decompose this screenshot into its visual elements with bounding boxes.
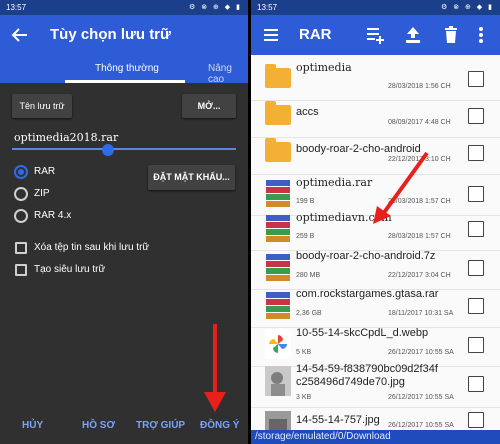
create-sfx-checkbox[interactable] (15, 264, 27, 276)
add-to-archive-icon[interactable] (365, 25, 385, 45)
rar-archive-icon (266, 215, 290, 242)
cancel-button[interactable]: HỦY (22, 420, 43, 431)
rar-archive-icon (266, 180, 290, 207)
file-date: 08/09/2017 4:48 CH (388, 119, 451, 126)
file-checkbox[interactable] (468, 412, 484, 428)
file-size: 280 MB (296, 272, 321, 279)
delete-icon[interactable] (441, 25, 461, 45)
file-checkbox[interactable] (468, 260, 484, 276)
file-size: 2,36 GB (296, 310, 322, 317)
archive-options-dialog: 13:57 ⚙ ⊗ ⊕ ◆ ▮ Tùy chọn lưu trữ Thông t… (0, 0, 248, 444)
file-date: 26/12/2017 10:55 SA (388, 422, 454, 429)
file-date: 18/11/2017 10:31 SA (388, 310, 454, 317)
file-size: 259 B (296, 233, 315, 240)
set-password-button[interactable]: ĐẶT MẬT KHẨU... (148, 165, 235, 190)
file-checkbox[interactable] (468, 186, 484, 202)
file-row[interactable]: 14-54-59-f838790bc09d2f34f c258496d749de… (251, 360, 500, 408)
status-time: 13:57 (257, 3, 278, 12)
folder-icon (265, 64, 291, 88)
file-size: 199 B (296, 198, 315, 205)
radio-rar4[interactable] (14, 209, 28, 223)
radio-rar4-label: RAR 4.x (34, 210, 72, 221)
file-name: optimedia.rar (296, 176, 373, 189)
status-bar: 13:57 ⚙ ⊗ ⊕ ◆ ▮ (0, 0, 248, 15)
file-date: 22/12/2017 3:10 CH (388, 156, 451, 163)
red-arrow-annotation (204, 324, 226, 412)
file-manager: 13:57 ⚙ ⊗ ⊕ ◆ ▮ RAR optimedia 28/03/2018… (251, 0, 500, 444)
toolbar: Tùy chọn lưu trữ (0, 15, 248, 55)
file-name: boody-roar-2-cho-android.7z (296, 250, 436, 262)
file-size: 3 KB (296, 394, 312, 401)
extract-icon[interactable] (403, 25, 423, 45)
file-row[interactable]: boody-roar-2-cho-android 22/12/2017 3:10… (251, 129, 500, 175)
status-time: 13:57 (6, 3, 27, 12)
file-name: 14-54-59-f838790bc09d2f34f (296, 363, 438, 375)
help-button[interactable]: TRỢ GIÚP (136, 420, 185, 431)
folder-icon (265, 138, 291, 162)
file-checkbox[interactable] (468, 145, 484, 161)
file-checkbox[interactable] (468, 221, 484, 237)
file-name: 10-55-14-skcCpdL_d.webp (296, 327, 429, 339)
page-title: RAR (299, 26, 332, 43)
file-checkbox[interactable] (468, 71, 484, 87)
file-checkbox[interactable] (468, 108, 484, 124)
archive-name-button[interactable]: Tên lưu trữ (12, 94, 72, 118)
archive-name-input[interactable]: optimedia2018.rar (14, 131, 118, 144)
tab-general[interactable]: Thông thường (95, 63, 159, 74)
file-date: 28/03/2018 1:56 CH (388, 83, 451, 90)
tab-advanced[interactable]: Nâng cao (208, 63, 248, 85)
folder-icon (265, 101, 291, 125)
radio-zip-label: ZIP (34, 188, 50, 199)
rar-archive-icon (266, 254, 290, 281)
radio-rar-label: RAR (34, 166, 56, 177)
file-checkbox[interactable] (468, 298, 484, 314)
file-date: 28/03/2018 1:57 CH (388, 198, 451, 205)
delete-files-label: Xóa tệp tin sau khi lưu trữ (34, 242, 150, 253)
back-arrow-icon[interactable] (10, 25, 30, 45)
status-icons: ⚙ ⊗ ⊕ ◆ ▮ (188, 4, 242, 11)
file-checkbox[interactable] (468, 337, 484, 353)
tab-indicator (65, 80, 185, 83)
file-size: 5 KB (296, 349, 312, 356)
file-name: optimediavn.com (296, 211, 392, 224)
file-date: 28/03/2018 1:57 CH (388, 233, 451, 240)
radio-rar[interactable] (14, 165, 28, 179)
ok-button[interactable]: ĐỒNG Ý (200, 420, 239, 431)
google-photos-icon (265, 329, 291, 359)
radio-zip[interactable] (14, 187, 28, 201)
file-name: optimedia (296, 61, 352, 74)
text-cursor-handle[interactable] (102, 144, 114, 156)
file-checkbox[interactable] (468, 376, 484, 392)
more-options-icon[interactable] (475, 25, 487, 45)
path-bar: /storage/emulated/0/Download (251, 430, 500, 444)
tab-bar: Thông thường Nâng cao (0, 55, 248, 85)
file-name: 14-55-14-757.jpg (296, 414, 380, 426)
profile-button[interactable]: HỒ SƠ (82, 420, 115, 431)
file-name-continued: c258496d749de70.jpg (296, 376, 405, 388)
file-name: boody-roar-2-cho-android (296, 143, 421, 155)
file-date: 26/12/2017 10:55 SA (388, 349, 454, 356)
file-name: accs (296, 106, 319, 118)
delete-files-checkbox[interactable] (15, 242, 27, 254)
toolbar: RAR (251, 15, 500, 55)
status-icons: ⚙ ⊗ ⊕ ◆ ▮ (440, 4, 494, 11)
page-title: Tùy chọn lưu trữ (50, 26, 171, 43)
file-name: com.rockstargames.gtasa.rar (296, 288, 439, 300)
input-underline (12, 148, 236, 150)
create-sfx-label: Tạo siêu lưu trữ (34, 264, 106, 275)
file-date: 22/12/2017 3:04 CH (388, 272, 451, 279)
status-bar: 13:57 ⚙ ⊗ ⊕ ◆ ▮ (251, 0, 500, 15)
menu-icon[interactable] (263, 27, 279, 43)
file-date: 26/12/2017 10:55 SA (388, 394, 454, 401)
browse-button[interactable]: MỞ... (182, 94, 236, 118)
image-thumbnail-icon (265, 366, 291, 396)
rar-archive-icon (266, 292, 290, 319)
